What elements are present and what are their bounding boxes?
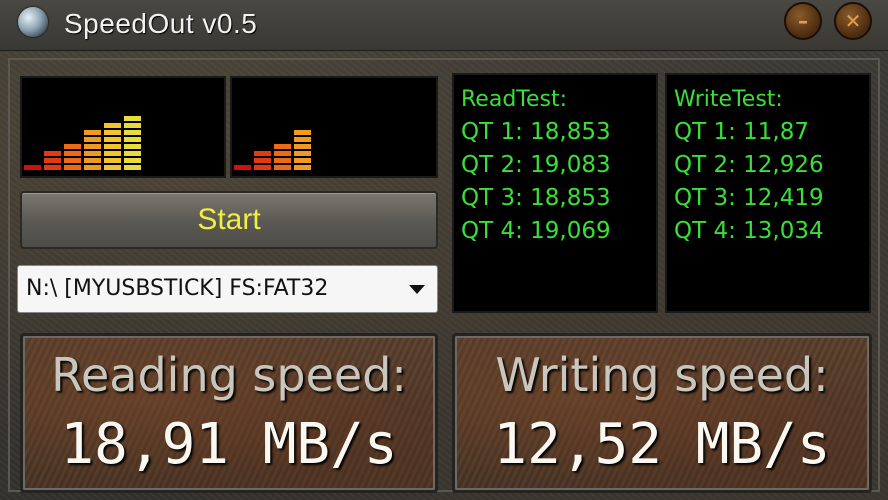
meter-segment	[294, 144, 311, 149]
meter-segment	[124, 116, 141, 121]
meter-segment	[294, 151, 311, 156]
read-test-row: QT 3: 18,853	[461, 185, 611, 211]
meter-segment	[124, 158, 141, 163]
meter-segment	[254, 165, 271, 170]
meter-segment	[274, 144, 291, 149]
writing-speed-panel: Writing speed: 12,52 MB/s	[452, 333, 872, 493]
reading-speed-label: Reading speed:	[51, 348, 407, 402]
meter-segment	[104, 158, 121, 163]
reading-speed-value: 18,91 MB/s	[60, 412, 398, 477]
reading-speed-panel: Reading speed: 18,91 MB/s	[20, 333, 438, 493]
meter-segment	[84, 151, 101, 156]
meter-segment	[104, 137, 121, 142]
minimize-icon[interactable]: –	[784, 2, 822, 40]
meter-segment	[274, 151, 291, 156]
read-test-panel: ReadTest: QT 1: 18,853 QT 2: 19,083 QT 3…	[452, 73, 658, 313]
read-test-title: ReadTest:	[461, 87, 568, 112]
meter-segment	[84, 158, 101, 163]
meter-segment	[104, 144, 121, 149]
meter-segment	[104, 165, 121, 170]
meter-segment	[64, 144, 81, 149]
write-level-meter	[230, 76, 438, 178]
meter-segment	[124, 137, 141, 142]
meter-segment	[44, 158, 61, 163]
meter-segment	[124, 144, 141, 149]
meter-segment	[124, 123, 141, 128]
meter-segment	[124, 130, 141, 135]
meter-segment	[84, 137, 101, 142]
meter-segment	[44, 165, 61, 170]
write-test-row: QT 2: 12,926	[674, 152, 824, 178]
chevron-down-icon[interactable]	[409, 285, 425, 294]
meter-segment	[64, 158, 81, 163]
window-title: SpeedOut v0.5	[64, 8, 258, 39]
meter-segment	[124, 151, 141, 156]
meter-segment	[24, 165, 41, 170]
meter-segment	[84, 130, 101, 135]
meter-segment	[254, 158, 271, 163]
write-test-row: QT 3: 12,419	[674, 185, 824, 211]
title-bar[interactable]: SpeedOut v0.5 – ✕	[0, 0, 888, 51]
write-test-row: QT 4: 13,034	[674, 218, 824, 244]
writing-speed-label: Writing speed:	[495, 348, 829, 402]
meter-segment	[124, 165, 141, 170]
meter-segment	[104, 151, 121, 156]
speedout-window: SpeedOut v0.5 – ✕ Start N:\ [MYUSBSTICK]…	[0, 0, 888, 500]
drive-select[interactable]: N:\ [MYUSBSTICK] FS:FAT32	[17, 265, 438, 313]
meter-segment	[294, 165, 311, 170]
drive-select-value: N:\ [MYUSBSTICK] FS:FAT32	[26, 276, 329, 301]
meter-segment	[294, 158, 311, 163]
write-test-title: WriteTest:	[674, 87, 783, 112]
meter-segment	[104, 123, 121, 128]
read-test-row: QT 1: 18,853	[461, 119, 611, 145]
globe-icon	[18, 7, 48, 37]
read-meter-bars	[24, 116, 141, 170]
writing-speed-value: 12,52 MB/s	[493, 412, 831, 477]
meter-segment	[294, 137, 311, 142]
meter-segment	[64, 165, 81, 170]
meter-segment	[44, 151, 61, 156]
meter-segment	[274, 165, 291, 170]
meter-segment	[294, 130, 311, 135]
close-icon[interactable]: ✕	[834, 2, 872, 40]
meter-segment	[254, 151, 271, 156]
meter-segment	[84, 144, 101, 149]
write-meter-bars	[234, 130, 311, 170]
write-test-row: QT 1: 11,87	[674, 119, 810, 145]
meter-segment	[274, 158, 291, 163]
meter-segment	[64, 151, 81, 156]
read-level-meter	[20, 76, 226, 178]
read-test-row: QT 4: 19,069	[461, 218, 611, 244]
read-test-row: QT 2: 19,083	[461, 152, 611, 178]
meter-segment	[104, 130, 121, 135]
write-test-panel: WriteTest: QT 1: 11,87 QT 2: 12,926 QT 3…	[665, 73, 871, 313]
start-button[interactable]: Start	[20, 191, 438, 249]
meter-segment	[234, 165, 251, 170]
meter-segment	[84, 165, 101, 170]
